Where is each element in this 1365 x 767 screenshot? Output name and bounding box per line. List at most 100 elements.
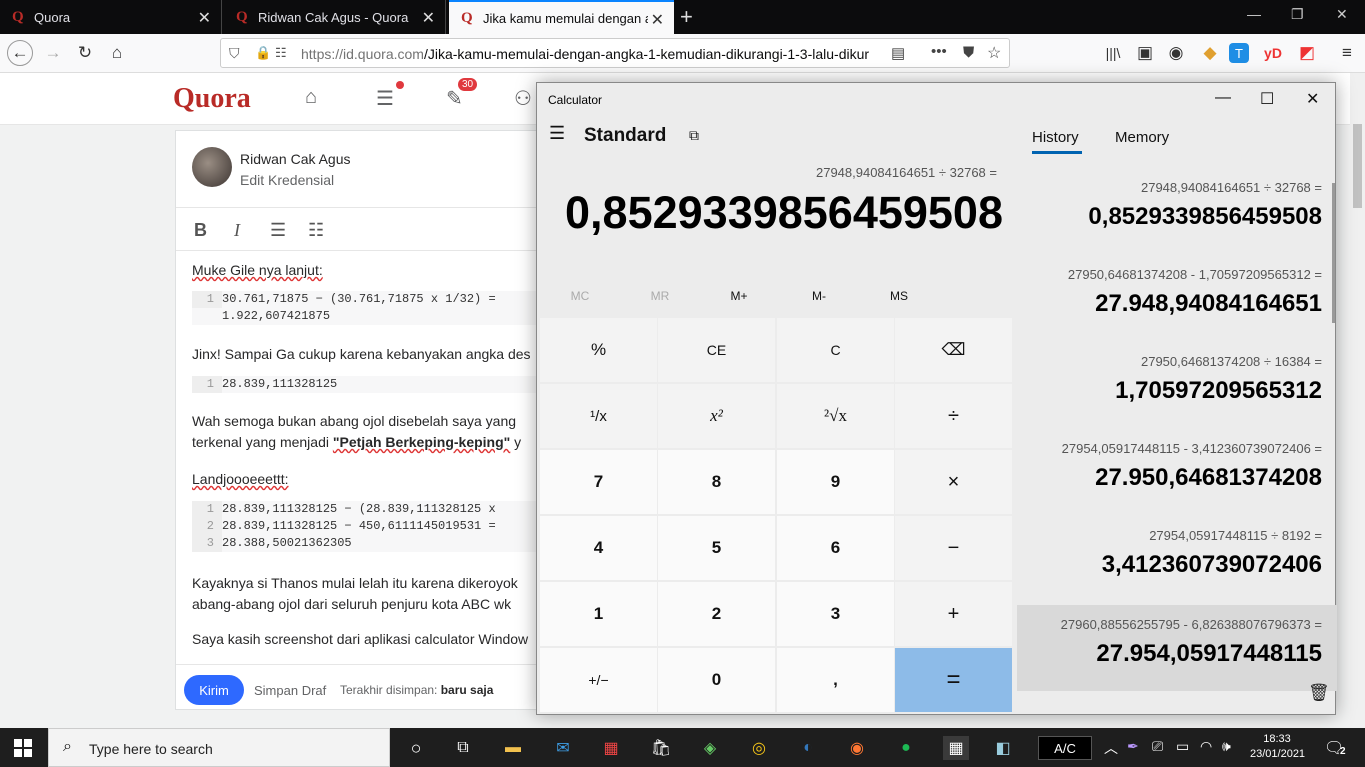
decimal-button[interactable]: , (777, 648, 894, 712)
tab-current[interactable]: Q Jika kamu memulai dengan an ✕ (449, 0, 674, 34)
forward-icon[interactable]: → (40, 40, 66, 66)
paragraph[interactable]: Saya kasih screenshot dari aplikasi calc… (192, 628, 528, 650)
new-tab-icon[interactable]: + (680, 4, 693, 30)
mc-button[interactable]: MC (540, 289, 620, 303)
avatar[interactable] (192, 147, 232, 187)
clear-button[interactable]: C (777, 318, 894, 382)
back-icon[interactable]: ← (7, 40, 33, 66)
battery-icon[interactable]: ▭ (1176, 738, 1189, 755)
tab-history[interactable]: History (1032, 129, 1079, 146)
ac-indicator[interactable]: A/C (1038, 736, 1092, 760)
subtract-button[interactable]: − (895, 516, 1012, 580)
extension-red-icon[interactable]: ◩ (1294, 40, 1320, 66)
submit-button[interactable]: Kirim (184, 675, 244, 705)
tray-app-icon[interactable]: ⎚ (1152, 738, 1163, 755)
code-block[interactable]: 1 28.839,111328125 − (28.839,111328125 x … (192, 501, 556, 552)
gift-app-icon[interactable]: ▦ (599, 736, 623, 760)
volume-icon[interactable]: 🕪 (1222, 738, 1231, 755)
menu-hamburger-icon[interactable]: ≡ (1334, 40, 1360, 66)
paragraph[interactable]: Muke Gile nya lanjut: (192, 259, 323, 281)
page-scrollbar-thumb[interactable] (1353, 124, 1362, 208)
yd-extension-icon[interactable]: yD (1260, 40, 1286, 66)
hamburger-menu-icon[interactable]: ☰ (549, 123, 565, 144)
ms-button[interactable]: MS (859, 289, 939, 303)
numbered-list-icon[interactable]: ☰ (270, 220, 286, 241)
square-button[interactable]: x² (658, 384, 775, 448)
mail-icon[interactable]: ✉ (551, 736, 575, 760)
wifi-icon[interactable]: ◠ (1200, 738, 1212, 755)
history-item[interactable]: 27954,05917448115 ÷ 8192 = 3,41236073907… (1017, 516, 1337, 602)
digit-8-button[interactable]: 8 (658, 450, 775, 514)
keep-on-top-icon[interactable]: ⧉ (689, 127, 699, 144)
store-icon[interactable]: 🛍 (649, 736, 673, 760)
digit-6-button[interactable]: 6 (777, 516, 894, 580)
digit-4-button[interactable]: 4 (540, 516, 657, 580)
profile-extension-icon[interactable]: ◉ (1163, 40, 1189, 66)
shield-icon[interactable]: ⛉ (229, 45, 240, 62)
history-item[interactable]: 27960,88556255795 - 6,826388076796373 = … (1017, 605, 1337, 691)
url-bar[interactable]: ⛉ 🔒 ☷ https://id.quora.com/Jika-kamu-mem… (220, 38, 1010, 68)
clear-entry-button[interactable]: CE (658, 318, 775, 382)
sidebar-icon[interactable]: ▣ (1132, 40, 1158, 66)
answer-list-icon[interactable]: ☰ (376, 86, 402, 112)
reader-view-icon[interactable]: ▤ (891, 44, 905, 62)
add-button[interactable]: + (895, 582, 1012, 646)
paragraph[interactable]: Landjoooeeettt: (192, 468, 289, 490)
multiply-button[interactable]: × (895, 450, 1012, 514)
m-minus-button[interactable]: M- (779, 289, 859, 303)
paragraph[interactable]: terkenal yang menjadi "Petjah Berkeping-… (192, 431, 521, 453)
extension-icon[interactable]: ◆ (1197, 40, 1223, 66)
home-icon[interactable]: ⌂ (104, 40, 130, 66)
paragraph[interactable]: Jinx! Sampai Ga cukup karena kebanyakan … (192, 343, 531, 365)
spotify-icon[interactable]: ● (894, 736, 918, 760)
sqrt-button[interactable]: ²√x (777, 384, 894, 448)
cortana-icon[interactable]: ○ (404, 736, 428, 760)
edit-credential-link[interactable]: Edit Kredensial (240, 172, 334, 188)
reload-icon[interactable]: ↻ (72, 40, 98, 66)
bullet-list-icon[interactable]: ☷ (308, 220, 324, 241)
tab-quora[interactable]: Q Quora ✕ (0, 0, 222, 34)
clock[interactable]: 18:33 23/01/2021 (1250, 732, 1305, 762)
trash-icon[interactable]: 🗑 (1308, 683, 1330, 703)
paragraph[interactable]: Kayaknya si Thanos mulai lelah itu karen… (192, 572, 518, 594)
backspace-button[interactable]: ⌫ (895, 318, 1012, 382)
code-block[interactable]: 1 30.761,71875 − (30.761,71875 x 1/32) = … (192, 291, 556, 325)
history-item[interactable]: 27948,94084164651 ÷ 32768 = 0,8529339856… (1017, 168, 1337, 254)
reciprocal-button[interactable]: ¹/x (540, 384, 657, 448)
digit-1-button[interactable]: 1 (540, 582, 657, 646)
tab-memory[interactable]: Memory (1115, 129, 1169, 146)
code-block[interactable]: 1 28.839,111328125 (192, 376, 556, 393)
minimize-icon[interactable]: — (1215, 89, 1231, 107)
paragraph[interactable]: Wah semoga bukan abang ojol disebelah sa… (192, 410, 516, 432)
digit-0-button[interactable]: 0 (658, 648, 775, 712)
digit-9-button[interactable]: 9 (777, 450, 894, 514)
lock-icon[interactable]: 🔒 (255, 45, 271, 61)
calculator-app-icon[interactable]: ▦ (943, 736, 969, 760)
m-plus-button[interactable]: M+ (699, 289, 779, 303)
windows-start-icon[interactable] (14, 739, 32, 757)
pen-icon[interactable]: ✒ (1127, 738, 1139, 755)
page-actions-icon[interactable]: ••• (931, 43, 947, 60)
history-item[interactable]: 27950,64681374208 ÷ 16384 = 1,7059720956… (1017, 342, 1337, 428)
digit-2-button[interactable]: 2 (658, 582, 775, 646)
tab-ridwan[interactable]: Q Ridwan Cak Agus - Quora ✕ (224, 0, 446, 34)
task-view-icon[interactable]: ⧉ (451, 736, 475, 760)
maximize-icon[interactable]: ☐ (1260, 89, 1274, 109)
file-explorer-icon[interactable]: ▬ (501, 736, 525, 760)
close-window-icon[interactable]: ✕ (1336, 6, 1348, 23)
divide-button[interactable]: ÷ (895, 384, 1012, 448)
home-nav-icon[interactable]: ⌂ (305, 86, 331, 112)
restore-icon[interactable]: ❐ (1291, 6, 1304, 23)
permissions-icon[interactable]: ☷ (275, 45, 287, 61)
quora-logo[interactable]: Quora (173, 83, 251, 115)
taskbar-search[interactable]: ⌕ Type here to search (48, 728, 390, 767)
history-item[interactable]: 27954,05917448115 - 3,412360739072406 = … (1017, 429, 1337, 515)
author-name[interactable]: Ridwan Cak Agus (240, 151, 351, 167)
minimize-icon[interactable]: — (1247, 6, 1261, 22)
app-icon[interactable]: ◈ (698, 736, 722, 760)
notepad-icon[interactable]: ◧ (991, 736, 1015, 760)
paragraph[interactable]: abang-abang ojol dari seluruh penjuru ko… (192, 593, 511, 615)
percent-button[interactable]: % (540, 318, 657, 382)
library-icon[interactable]: |||\ (1100, 40, 1126, 66)
close-tab-icon[interactable]: ✕ (198, 8, 211, 28)
